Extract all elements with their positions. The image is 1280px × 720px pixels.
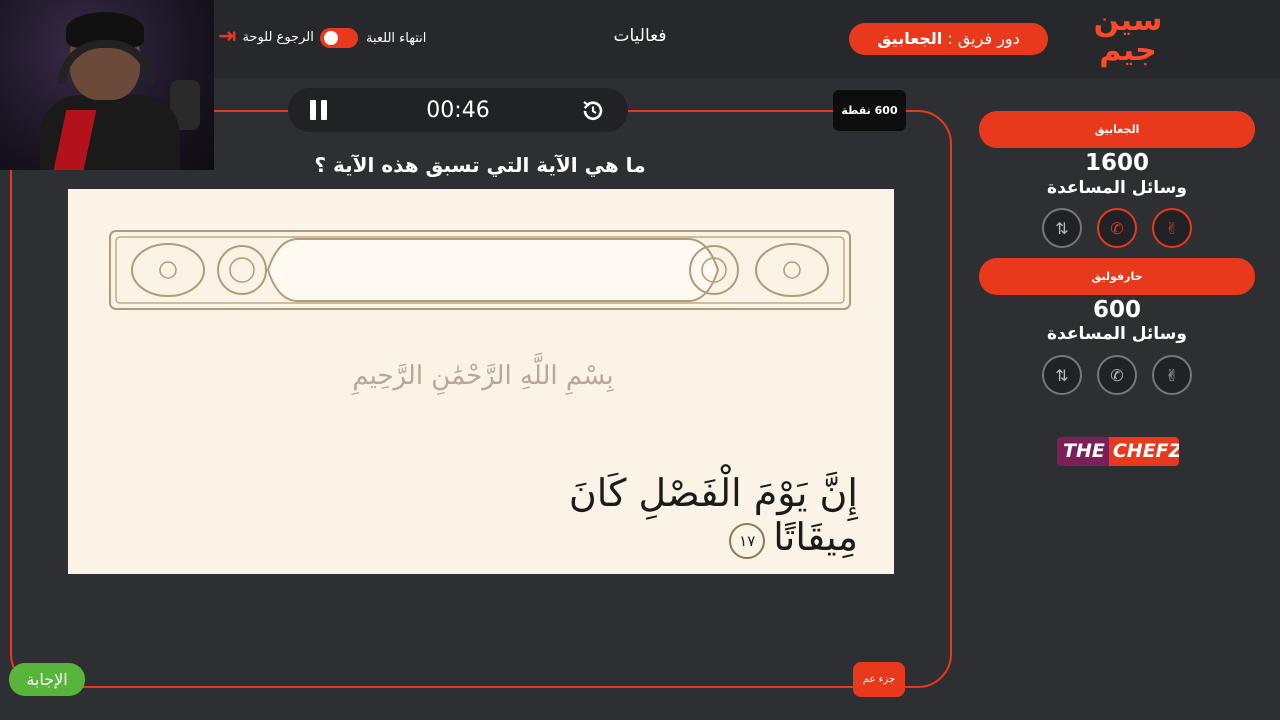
ayah-words: إِنَّ يَوْمَ الْفَصْلِ كَانَ مِيقَاتًا <box>568 471 858 559</box>
quran-page-image: بِسْمِ اللَّهِ الرَّحْمَٰنِ الرَّحِيمِ إ… <box>68 189 894 574</box>
turn-team-name: الجعابيق <box>877 29 943 48</box>
team-1-aids-label: وسائل المساعدة <box>1047 178 1187 198</box>
timer-value: 00:46 <box>426 98 490 123</box>
timer-bar: 00:46 <box>288 88 628 132</box>
surah-header-ornament <box>109 230 851 310</box>
team-1-name-pill: الجعابيق <box>979 111 1255 148</box>
team-2-peace-hand-icon[interactable]: ✌ <box>1152 355 1192 395</box>
team-1-peace-hand-icon[interactable]: ✌ <box>1152 208 1192 248</box>
team-turn-indicator: دور فريق : الجعابيق <box>849 23 1048 55</box>
sponsor-part-1: THE <box>1057 437 1109 466</box>
ayah-text: إِنَّ يَوْمَ الْفَصْلِ كَانَ مِيقَاتًا١٧ <box>478 471 858 559</box>
logo-line-1: سين <box>1093 3 1163 38</box>
seen-jeem-logo: سين جيم <box>1088 6 1168 72</box>
answer-button[interactable]: الإجابة <box>9 663 85 696</box>
end-game-toggle[interactable] <box>320 28 358 48</box>
team-1-score: 1600 <box>1084 150 1149 176</box>
category-button[interactable]: جزء عم <box>853 662 905 697</box>
page-title: فعاليات <box>613 26 667 46</box>
game-screen: سين جيم دور فريق : الجعابيق فعاليات انته… <box>0 0 1280 720</box>
team-2-aids-label: وسائل المساعدة <box>1047 324 1187 344</box>
the-chefz-sponsor-logo: THE CHEFZ <box>1057 437 1179 466</box>
team-2-swap-icon[interactable]: ⇅ <box>1042 355 1082 395</box>
team-2-name-pill: حارفوليق <box>979 258 1255 295</box>
end-game-button[interactable]: انتهاء اللعبة <box>320 28 426 48</box>
back-to-board-button[interactable]: الرجوع للوحة ⇥ <box>218 24 314 49</box>
pause-icon[interactable] <box>310 100 328 120</box>
logo-line-2: جيم <box>1099 33 1157 68</box>
basmala-text: بِسْمِ اللَّهِ الرَّحْمَٰنِ الرَّحِيمِ <box>352 361 614 391</box>
team-2-phone-icon[interactable]: ✆ <box>1097 355 1137 395</box>
end-game-label: انتهاء اللعبة <box>366 30 427 46</box>
sponsor-part-2: CHEFZ <box>1108 437 1179 466</box>
turn-prefix: دور فريق : <box>942 29 1020 48</box>
streamer-webcam <box>0 0 214 170</box>
ayah-number-marker: ١٧ <box>729 522 766 559</box>
arrow-exit-icon: ⇥ <box>218 24 237 49</box>
reset-timer-icon[interactable] <box>580 98 606 124</box>
team-2-score: 600 <box>1092 297 1141 323</box>
team-1-swap-icon[interactable]: ⇅ <box>1042 208 1082 248</box>
points-badge: 600 نقطة <box>833 90 906 131</box>
team-1-phone-icon[interactable]: ✆ <box>1097 208 1137 248</box>
back-to-board-label: الرجوع للوحة <box>242 29 314 45</box>
question-text: ما هي الآية التي تسبق هذه الآية ؟ <box>314 153 646 177</box>
